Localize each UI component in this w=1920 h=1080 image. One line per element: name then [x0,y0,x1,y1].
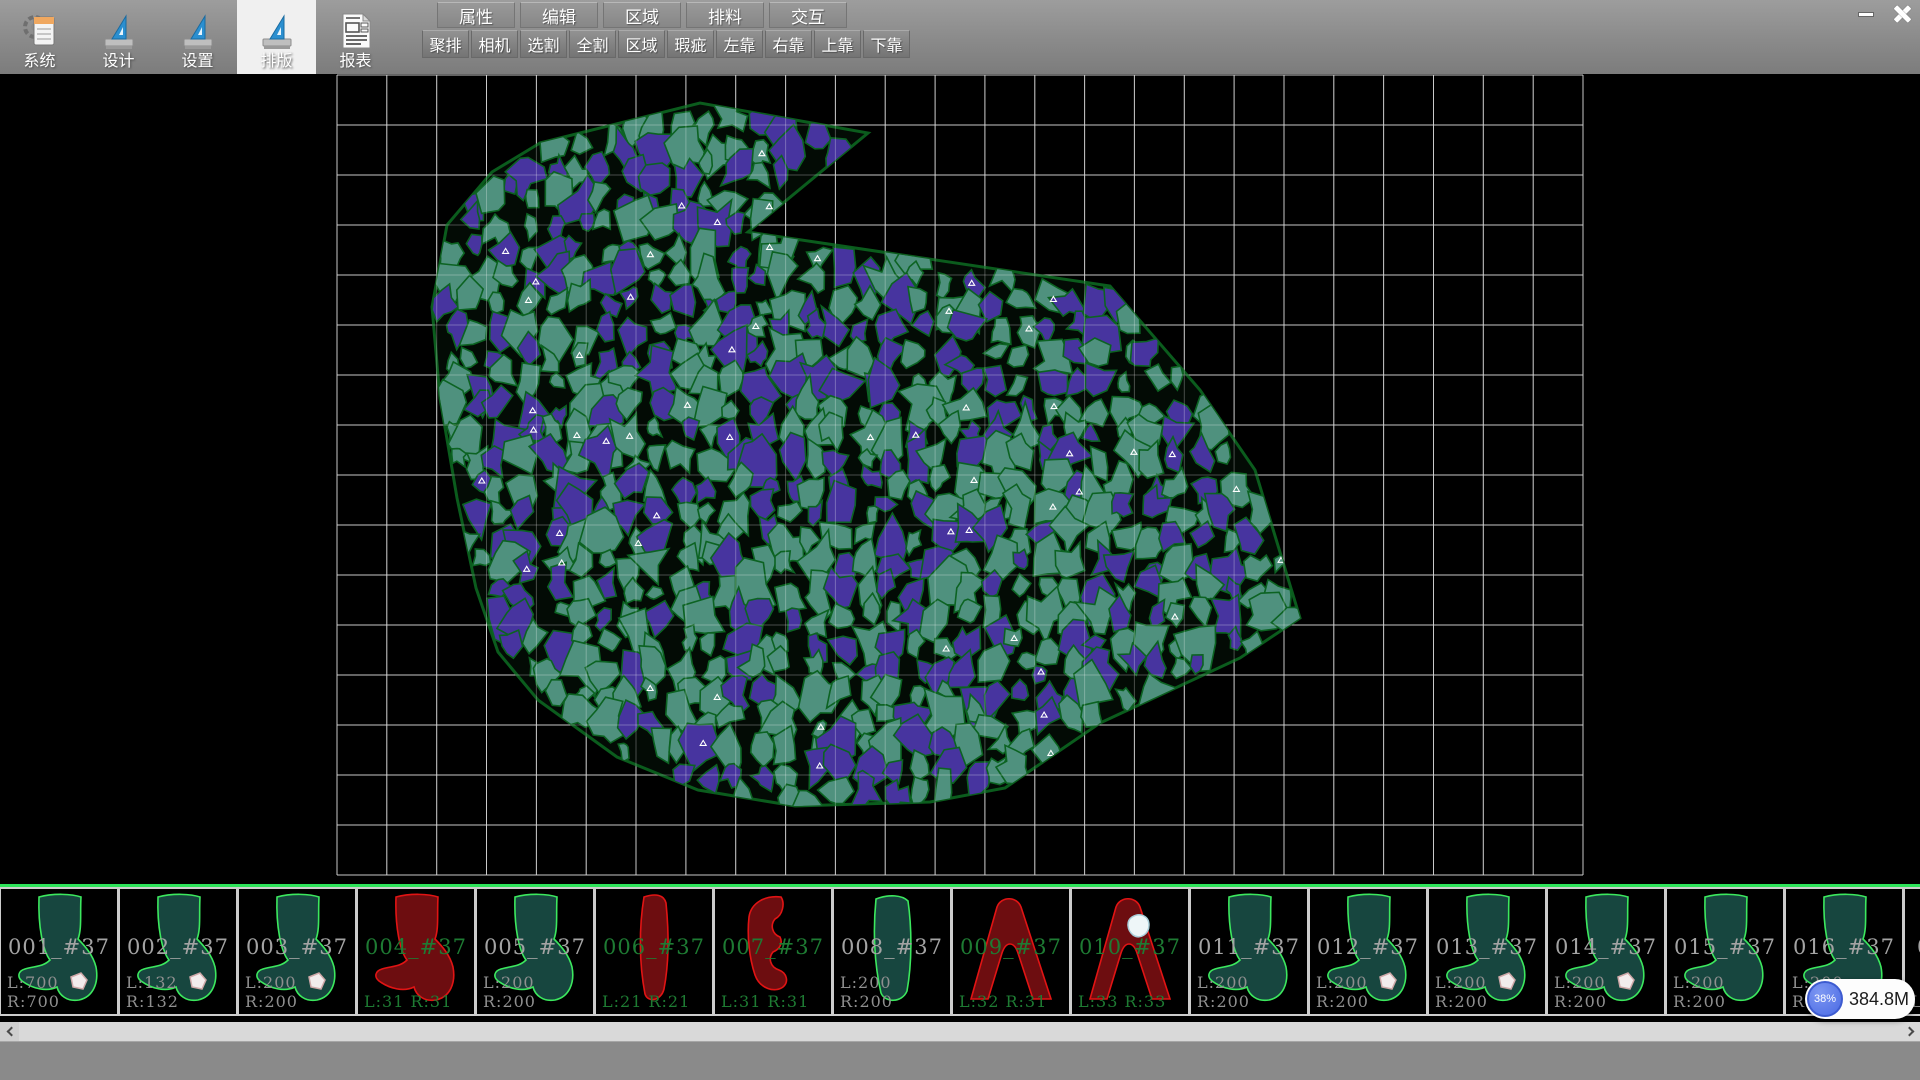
tool-button-3[interactable]: 选割 [520,30,567,58]
piece-cell-14[interactable]: 014_#37 L:200 R:200 [1547,887,1666,1016]
piece-lr-label: L:32 R:31 [959,992,1047,1011]
menu-tab-row: 属性编辑区域排料交互 [437,2,847,28]
piece-id-label: 011_#37 [1191,935,1307,959]
piece-cell-15[interactable]: 015_#37 L:200 R:200 [1666,887,1785,1016]
nesting-canvas-svg[interactable] [0,74,1920,884]
horizontal-scrollbar[interactable] [0,1022,1920,1041]
menu-tab-3[interactable]: 区域 [603,2,681,28]
piece-lr-label: L:200 R:200 [1673,973,1783,1011]
tool-button-5[interactable]: 区域 [618,30,665,58]
piece-cell-8[interactable]: 008_#37 L:200 R:200 [833,887,952,1016]
main-button-3[interactable]: 设置 [158,0,237,74]
minimize-icon [1858,12,1874,17]
piece-lr-label: L:200 R:200 [1435,973,1545,1011]
close-icon [1893,5,1911,23]
menu-tab-1[interactable]: 属性 [437,2,515,28]
piece-id-label: 007_#37 [715,935,831,959]
main-button-2[interactable]: 设计 [79,0,158,74]
piece-lr-label: L:200 R:200 [1554,973,1664,1011]
memory-percent-badge: 38% [1807,981,1843,1017]
piece-id-label: 016_#37 [1786,935,1902,959]
tool-button-8[interactable]: 右靠 [765,30,812,58]
piece-cell-3[interactable]: 003_#37 L:200 R:200 [238,887,357,1016]
piece-lr-label: L:200 R:200 [1316,973,1426,1011]
piece-id-label: 013_#37 [1429,935,1545,959]
menu-tab-2[interactable]: 编辑 [520,2,598,28]
tool-button-9[interactable]: 上靠 [814,30,861,58]
main-module-buttons: 系统 设计 设置 排版 报表 [0,0,395,74]
piece-id-label: 002_#37 [120,935,236,959]
piece-cell-10[interactable]: 010_#37 L:33 R:33 [1071,887,1190,1016]
piece-id-label: 014_#37 [1548,935,1664,959]
piece-cell-9[interactable]: 009_#37 L:32 R:31 [952,887,1071,1016]
minimize-button[interactable] [1851,3,1881,25]
piece-id-label: 010_#37 [1072,935,1188,959]
piece-id-label: 0 [1905,935,1920,959]
main-button-4[interactable]: 排版 [237,0,316,74]
piece-lr-label: L:200 R:200 [1197,973,1307,1011]
main-button-label: 报表 [339,53,371,71]
tool-button-6[interactable]: 瑕疵 [667,30,714,58]
piece-cell-7[interactable]: 007_#37 L:31 R:31 [714,887,833,1016]
nesting-ruler-icon [257,11,297,51]
piece-id-label: 003_#37 [239,935,355,959]
menu-tab-4[interactable]: 排料 [686,2,764,28]
piece-id-label: 006_#37 [596,935,712,959]
piece-lr-label: L:200 R:200 [245,973,355,1011]
piece-id-label: 004_#37 [358,935,474,959]
tool-button-4[interactable]: 全割 [569,30,616,58]
settings-ruler-icon [178,11,218,51]
tool-button-row: 聚排相机选割全割区域瑕疵左靠右靠上靠下靠 [422,30,910,58]
nesting-canvas-area[interactable] [0,74,1920,884]
tool-button-10[interactable]: 下靠 [863,30,910,58]
pieces-thumbnail-strip: 001_#37 L:700 R:700002_#37 L:132 R:132003_… [0,884,1920,1016]
piece-cell-5[interactable]: 005_#37 L:200 R:200 [476,887,595,1016]
piece-cell-11[interactable]: 011_#37 L:200 R:200 [1190,887,1309,1016]
scroll-left-button[interactable] [0,1022,19,1041]
memory-value-label: 384.8M [1843,989,1915,1010]
main-button-label: 设置 [181,53,213,71]
piece-lr-label: L:33 R:33 [1078,992,1166,1011]
piece-cell-13[interactable]: 013_#37 L:200 R:200 [1428,887,1547,1016]
piece-lr-label: L:700 R:700 [7,973,117,1011]
piece-lr-label: L:200 R:200 [483,973,593,1011]
report-document-icon [336,11,376,51]
system-gear-icon [20,11,60,51]
piece-cell-12[interactable]: 012_#37 L:200 R:200 [1309,887,1428,1016]
main-button-label: 设计 [102,53,134,71]
design-ruler-icon [99,11,139,51]
piece-lr-label: L:132 R:132 [126,973,236,1011]
tool-button-2[interactable]: 相机 [471,30,518,58]
ribbon-toolbar: 系统 设计 设置 排版 报表 属性编辑区域排料交互 聚排相机选割全割区域瑕疵左靠右靠上靠… [0,0,1920,74]
piece-lr-label: L:21 R:21 [602,992,690,1011]
piece-id-label: 012_#37 [1310,935,1426,959]
chevron-left-icon [6,1027,16,1037]
piece-lr-label: L:200 R:200 [840,973,950,1011]
close-button[interactable] [1887,3,1917,25]
piece-cell-4[interactable]: 004_#37 L:31 R:31 [357,887,476,1016]
tool-button-1[interactable]: 聚排 [422,30,469,58]
piece-id-label: 015_#37 [1667,935,1783,959]
piece-cell-1[interactable]: 001_#37 L:700 R:700 [0,887,119,1016]
scroll-right-button[interactable] [1901,1022,1920,1041]
memory-monitor-widget[interactable]: 38% 384.8M [1805,979,1915,1019]
piece-cell-2[interactable]: 002_#37 L:132 R:132 [119,887,238,1016]
main-button-1[interactable]: 系统 [0,0,79,74]
status-bar [0,1041,1920,1080]
tool-button-7[interactable]: 左靠 [716,30,763,58]
piece-id-label: 001_#37 [1,935,117,959]
piece-lr-label: L:31 R:31 [721,992,809,1011]
piece-cell-6[interactable]: 006_#37 L:21 R:21 [595,887,714,1016]
main-button-5[interactable]: 报表 [316,0,395,74]
chevron-right-icon [1904,1027,1914,1037]
piece-lr-label: L:31 R:31 [364,992,452,1011]
window-controls [1851,3,1917,25]
piece-id-label: 005_#37 [477,935,593,959]
menu-tab-5[interactable]: 交互 [769,2,847,28]
main-button-label: 系统 [23,53,55,71]
main-button-label: 排版 [260,53,292,71]
piece-id-label: 009_#37 [953,935,1069,959]
piece-id-label: 008_#37 [834,935,950,959]
